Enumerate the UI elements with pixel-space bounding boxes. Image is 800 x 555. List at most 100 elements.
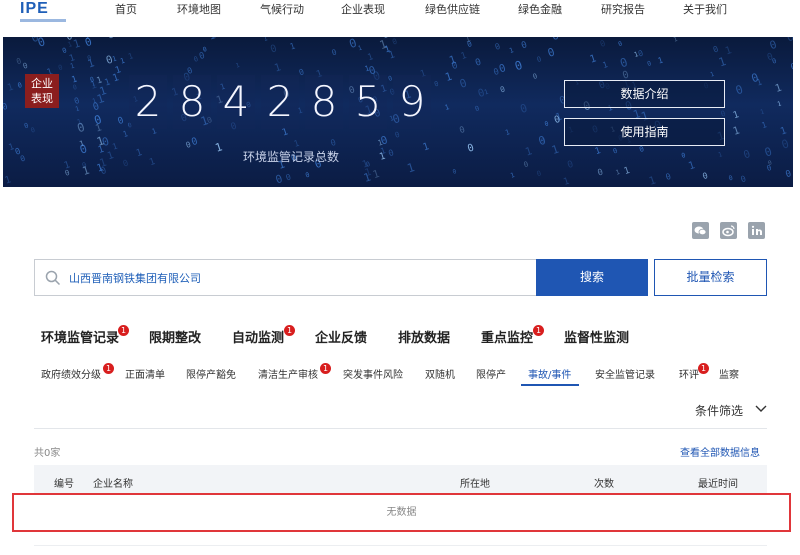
banner: 1101100001101011110000011101110100101110… [3, 37, 793, 187]
nav-item-climate[interactable]: 气候行动 [260, 1, 304, 17]
search-input[interactable] [69, 261, 529, 294]
svg-text:1: 1 [235, 62, 241, 70]
svg-text:1: 1 [751, 37, 759, 39]
tab-key-monitoring[interactable]: 重点监控 [481, 327, 533, 346]
svg-text:1: 1 [732, 109, 741, 121]
svg-text:0: 0 [520, 40, 528, 51]
table-header [34, 465, 767, 495]
subtab-production-halt[interactable]: 限停产 [476, 366, 506, 381]
ipe-logo[interactable]: IPE [18, 0, 70, 28]
user-guide-button[interactable]: 使用指南 [564, 118, 725, 146]
notification-badge: 1 [284, 325, 295, 336]
nav-item-green-finance[interactable]: 绿色金融 [518, 1, 562, 17]
weibo-icon[interactable] [720, 222, 737, 239]
tab-rectification[interactable]: 限期整改 [149, 327, 201, 346]
svg-text:0: 0 [739, 173, 747, 184]
svg-text:1: 1 [127, 51, 135, 61]
subtab-clean-production-audit[interactable]: 清洁生产审核 [258, 366, 318, 381]
svg-text:0: 0 [780, 136, 791, 151]
subtab-accidents-incidents[interactable]: 事故/事件 [528, 366, 571, 381]
svg-text:1: 1 [647, 173, 657, 187]
svg-text:0: 0 [202, 46, 208, 54]
svg-text:0: 0 [546, 45, 556, 59]
svg-text:0: 0 [22, 61, 30, 71]
svg-text:1: 1 [106, 150, 115, 162]
svg-text:0: 0 [712, 44, 720, 55]
column-header-number: 编号 [54, 479, 74, 490]
svg-text:1: 1 [6, 82, 15, 94]
search-icon [45, 270, 61, 286]
svg-text:0: 0 [474, 104, 480, 113]
nav-item-reports[interactable]: 研究报告 [601, 1, 645, 17]
svg-text:0: 0 [458, 125, 466, 136]
svg-text:0: 0 [566, 159, 575, 171]
svg-text:0: 0 [116, 115, 125, 127]
active-tab-indicator [521, 384, 579, 386]
subtab-gov-performance[interactable]: 政府绩效分级 [41, 366, 101, 381]
chevron-down-icon[interactable] [755, 404, 767, 414]
counter-digit: 9 [398, 77, 426, 126]
tab-env-supervision-records[interactable]: 环境监管记录 [41, 327, 119, 346]
nav-item-green-supply[interactable]: 绿色供应链 [425, 1, 480, 17]
svg-text:1: 1 [687, 159, 697, 172]
svg-text:0: 0 [19, 153, 27, 163]
svg-text:0: 0 [728, 174, 734, 183]
svg-text:0: 0 [458, 76, 469, 91]
subtab-eia[interactable]: 环评 [679, 366, 699, 381]
counter-digit: 8 [178, 77, 206, 126]
subtab-double-random[interactable]: 双随机 [425, 366, 455, 381]
svg-text:1: 1 [509, 171, 515, 180]
linkedin-icon[interactable] [748, 222, 765, 239]
wechat-icon[interactable] [692, 222, 709, 239]
subtab-inspection[interactable]: 监察 [719, 366, 739, 381]
nav-item-enterprise[interactable]: 企业表现 [341, 1, 385, 17]
svg-text:1: 1 [262, 37, 268, 43]
svg-text:0: 0 [23, 121, 29, 130]
svg-text:1: 1 [717, 150, 723, 159]
subtab-exemption[interactable]: 限停产豁免 [186, 366, 236, 381]
subtab-safety-records[interactable]: 安全监管记录 [595, 366, 655, 381]
svg-text:1: 1 [504, 127, 511, 137]
subtab-positive-list[interactable]: 正面清单 [125, 366, 165, 381]
tab-supervisory-monitoring[interactable]: 监督性监测 [564, 327, 629, 346]
svg-text:1: 1 [444, 102, 451, 112]
svg-text:0: 0 [30, 126, 36, 135]
svg-text:0: 0 [274, 172, 284, 186]
nav-item-about[interactable]: 关于我们 [683, 1, 727, 17]
nav-item-env-map[interactable]: 环境地图 [177, 1, 221, 17]
tab-enterprise-feedback[interactable]: 企业反馈 [315, 327, 367, 346]
svg-text:0: 0 [269, 43, 278, 55]
tab-emission-data[interactable]: 排放数据 [398, 327, 450, 346]
subtab-emergency-risk[interactable]: 突发事件风险 [343, 366, 403, 381]
svg-text:1: 1 [524, 144, 534, 158]
data-intro-button[interactable]: 数据介绍 [564, 80, 725, 108]
svg-text:0: 0 [532, 72, 538, 81]
svg-text:1: 1 [447, 53, 457, 67]
svg-text:0: 0 [612, 147, 618, 156]
svg-text:0: 0 [347, 37, 358, 51]
divider [34, 545, 767, 546]
svg-text:1: 1 [371, 168, 381, 181]
svg-text:0: 0 [73, 95, 81, 106]
svg-text:0: 0 [36, 37, 47, 50]
tab-auto-monitoring[interactable]: 自动监测 [232, 327, 284, 346]
svg-text:1: 1 [588, 52, 598, 65]
condition-filter[interactable]: 条件筛选 [695, 402, 743, 419]
svg-text:0: 0 [519, 101, 530, 116]
svg-text:0: 0 [304, 171, 310, 180]
svg-text:0: 0 [387, 148, 395, 159]
svg-text:1: 1 [443, 70, 453, 84]
svg-text:0: 0 [785, 37, 793, 44]
notification-badge: 1 [698, 363, 709, 374]
search-button[interactable]: 搜索 [536, 259, 648, 296]
svg-text:0: 0 [664, 171, 672, 182]
batch-search-button[interactable]: 批量检索 [654, 259, 767, 296]
counter-label: 环境监管记录总数 [243, 150, 340, 164]
svg-text:1: 1 [732, 124, 742, 137]
svg-text:0: 0 [701, 170, 709, 181]
svg-text:1: 1 [460, 51, 468, 62]
nav-item-home[interactable]: 首页 [115, 1, 137, 17]
svg-text:0: 0 [391, 37, 399, 47]
view-all-data-link[interactable]: 查看全部数据信息 [680, 444, 760, 459]
notification-badge: 1 [118, 325, 129, 336]
